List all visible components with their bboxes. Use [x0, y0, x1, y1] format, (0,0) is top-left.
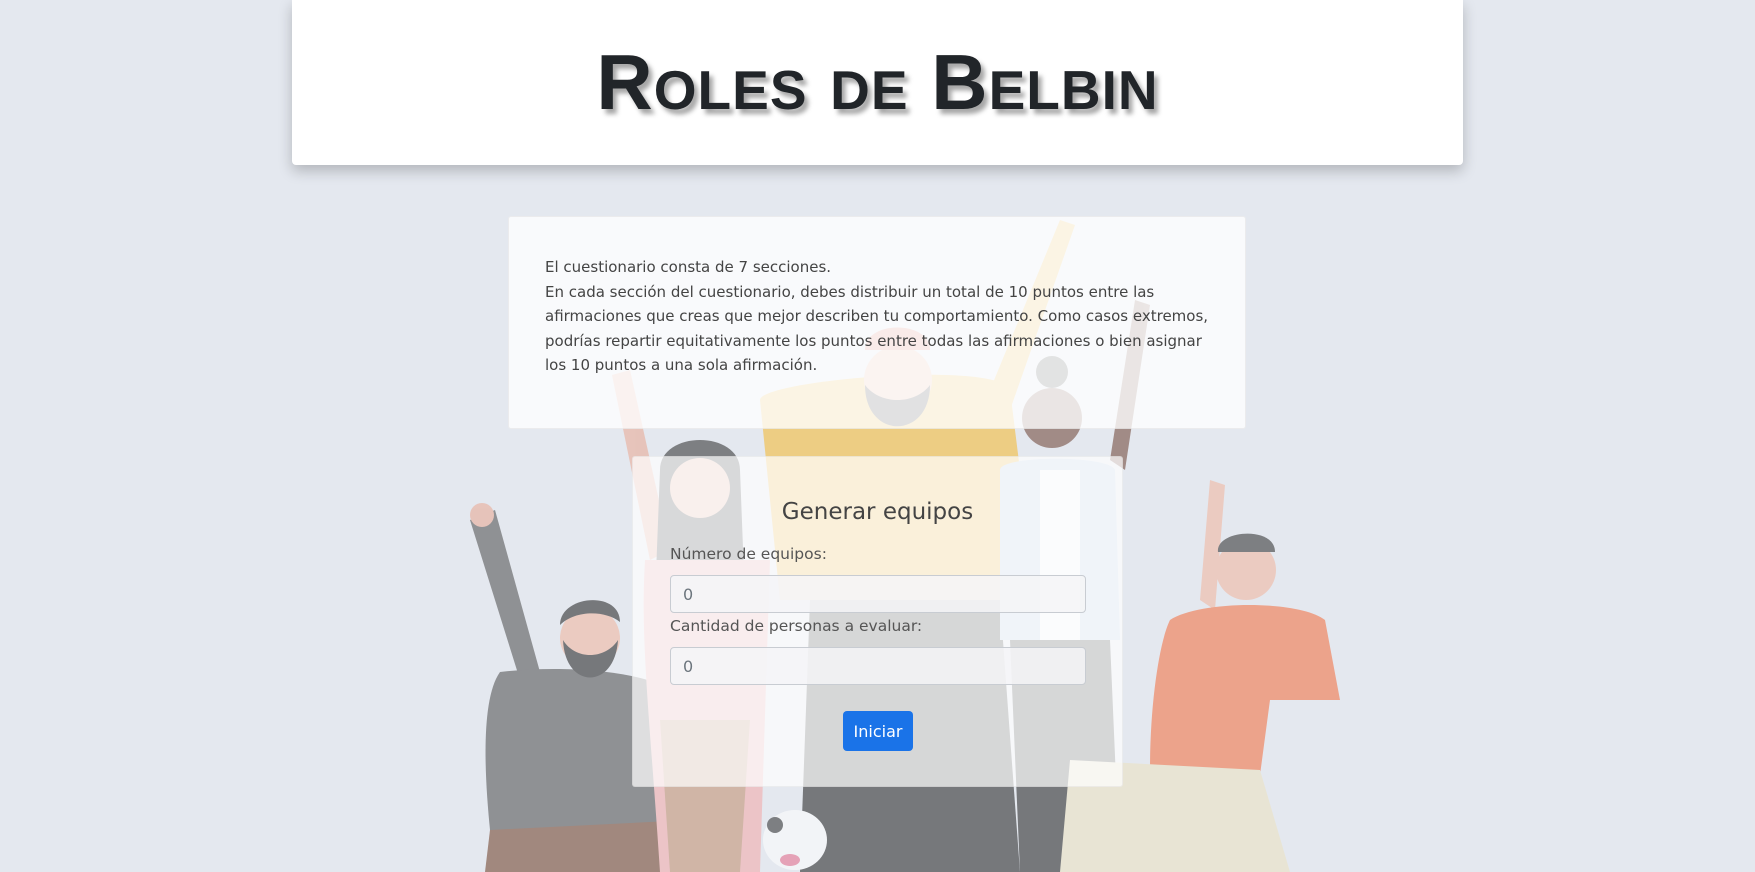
instructions-line-2: En cada sección del cuestionario, debes … — [545, 282, 1209, 375]
dog-figure — [763, 810, 827, 870]
teams-count-label: Número de equipos: — [670, 545, 827, 563]
teams-count-input[interactable] — [670, 575, 1086, 613]
start-button[interactable]: Iniciar — [843, 711, 913, 751]
page-title: Roles de Belbin — [596, 38, 1159, 126]
generate-teams-form: Generar equipos Número de equipos: Canti… — [632, 456, 1123, 787]
instructions-line-1: El cuestionario consta de 7 secciones. — [545, 258, 832, 276]
people-count-input[interactable] — [670, 647, 1086, 685]
instructions-card: El cuestionario consta de 7 secciones. E… — [508, 216, 1246, 429]
form-title: Generar equipos — [781, 499, 974, 525]
header-card: Roles de Belbin — [292, 0, 1463, 165]
people-count-label: Cantidad de personas a evaluar: — [670, 617, 923, 635]
